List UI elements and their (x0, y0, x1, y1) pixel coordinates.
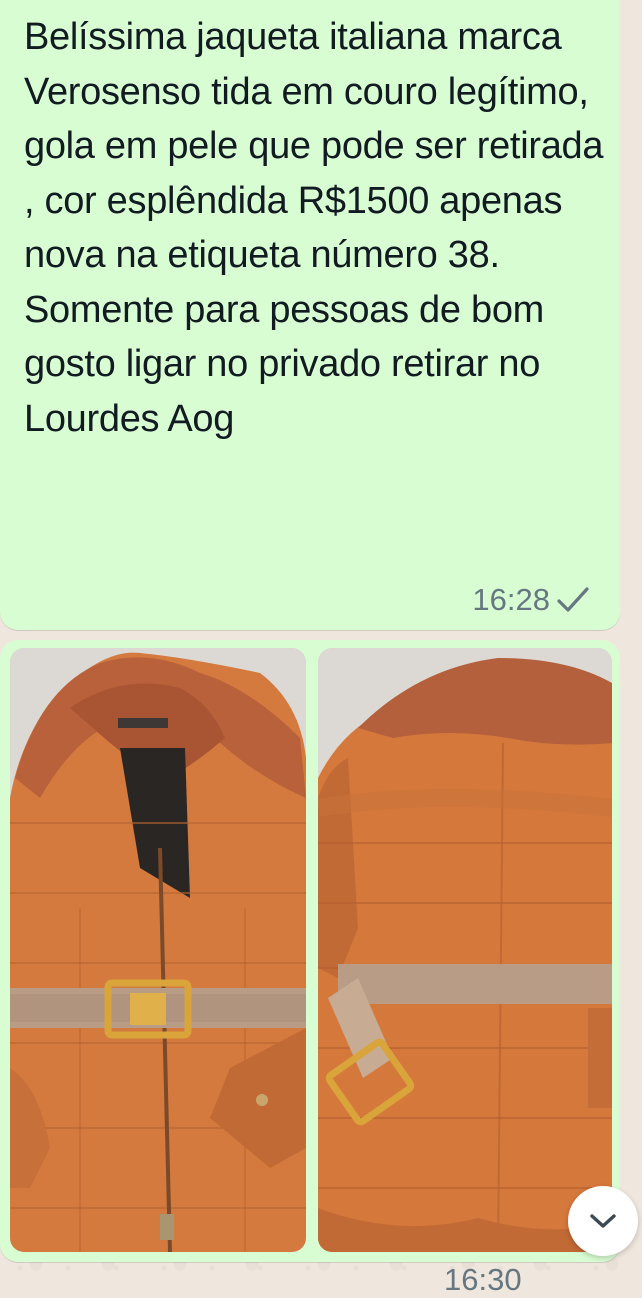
message-time: 16:28 (472, 582, 550, 617)
chevron-down-icon (588, 1211, 618, 1231)
check-icon (556, 586, 590, 614)
message-bubble[interactable]: Belíssima jaqueta italiana marca Verosen… (0, 0, 620, 630)
message-text: Belíssima jaqueta italiana marca Verosen… (24, 16, 604, 440)
message-meta: 16:28 (472, 582, 590, 618)
image-message-bubble[interactable] (0, 640, 620, 1262)
scroll-down-button[interactable] (568, 1186, 638, 1256)
next-message-time: 16:30 (444, 1262, 522, 1297)
jacket-back-photo[interactable] (318, 648, 612, 1252)
jacket-front-photo[interactable] (10, 648, 306, 1252)
